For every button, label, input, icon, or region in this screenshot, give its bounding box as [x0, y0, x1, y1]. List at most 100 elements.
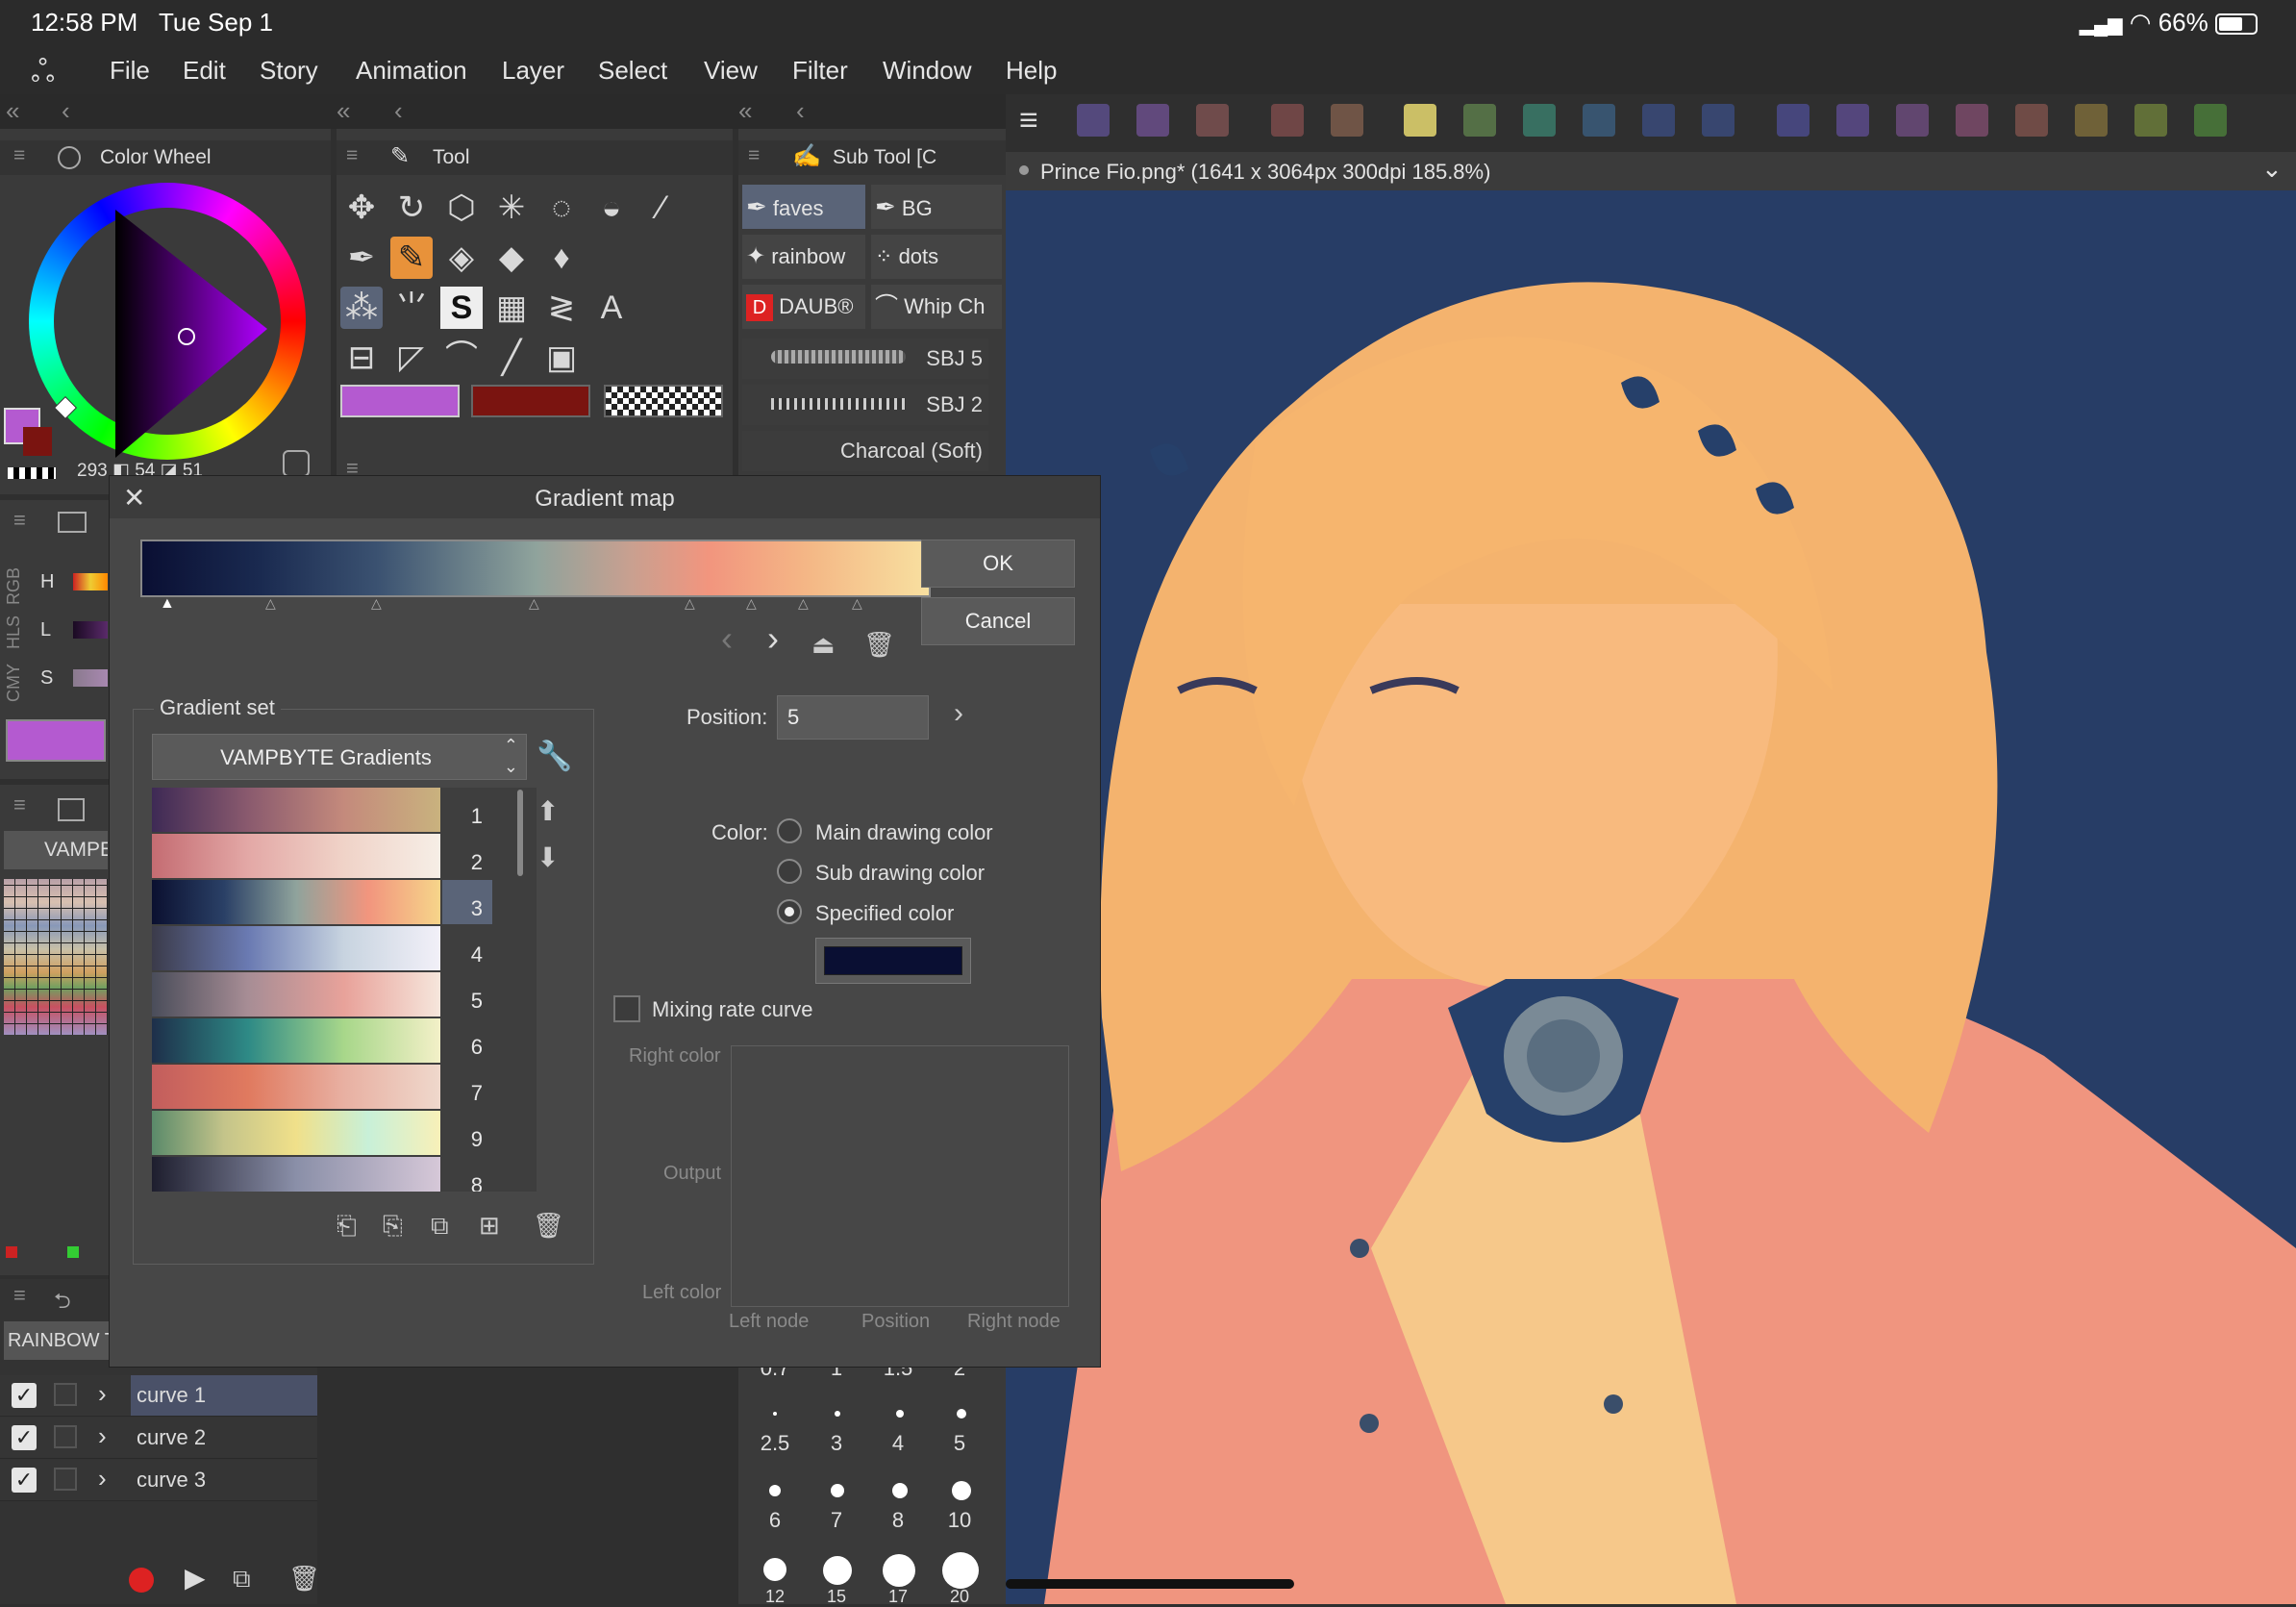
- gradient-swatch-2[interactable]: [152, 834, 440, 878]
- curve-3-dialog-toggle[interactable]: [54, 1468, 77, 1491]
- command-button[interactable]: [1777, 104, 1809, 137]
- command-button[interactable]: [1956, 104, 1988, 137]
- gradient-number-9[interactable]: 9: [442, 1111, 492, 1155]
- color-triangle[interactable]: [29, 183, 306, 460]
- command-button[interactable]: [2194, 104, 2227, 137]
- gradient-node[interactable]: △: [529, 595, 539, 612]
- flip-gradient-icon[interactable]: ⏏: [811, 630, 836, 660]
- command-button[interactable]: [1642, 104, 1675, 137]
- main-color-bar[interactable]: [340, 385, 460, 417]
- trash-icon[interactable]: 🗑: [533, 1211, 564, 1241]
- gradient-node[interactable]: △: [371, 595, 382, 612]
- collapse-all-icon[interactable]: «: [6, 96, 19, 126]
- ruler-icon[interactable]: ◸: [390, 337, 433, 379]
- line-icon[interactable]: ╱: [490, 337, 533, 379]
- slider-s[interactable]: [73, 669, 108, 687]
- gradient-number-2[interactable]: 2: [442, 834, 492, 878]
- color-set-swatch-green[interactable]: [67, 1246, 79, 1258]
- cancel-button[interactable]: Cancel: [921, 597, 1075, 645]
- gradient-swatch-4[interactable]: [152, 926, 440, 970]
- sub-tool-daub[interactable]: D DAUB®: [742, 285, 865, 329]
- specified-color-swatch[interactable]: [815, 938, 971, 984]
- curve-row-3[interactable]: ✓ › curve 3: [0, 1460, 317, 1501]
- gradient-number-6[interactable]: 6: [442, 1018, 492, 1063]
- panel-menu-icon[interactable]: ≡: [13, 508, 26, 533]
- collapse-icon-3[interactable]: ‹: [796, 96, 805, 126]
- record-icon[interactable]: [129, 1568, 154, 1593]
- ok-button[interactable]: OK: [921, 540, 1075, 588]
- command-button[interactable]: [1463, 104, 1496, 137]
- gradient-number-3[interactable]: 3: [442, 880, 492, 924]
- menu-view[interactable]: View: [704, 56, 758, 86]
- eraser-icon[interactable]: ◈: [440, 237, 483, 279]
- position-input[interactable]: [777, 695, 929, 740]
- tab-cmy[interactable]: CMY: [4, 664, 24, 702]
- gradient-set-select[interactable]: VAMPBYTE Gradients ⌃ ⌄: [152, 734, 527, 780]
- menu-file[interactable]: File: [110, 56, 150, 86]
- menu-select[interactable]: Select: [598, 56, 667, 86]
- next-node-icon[interactable]: ›: [767, 618, 779, 659]
- chevron-down-icon[interactable]: ⌄: [2261, 154, 2283, 184]
- gradient-swatch-6[interactable]: [152, 1018, 440, 1063]
- brush-size-8[interactable]: 8: [869, 1508, 927, 1533]
- brush-size-10[interactable]: 10: [931, 1508, 988, 1533]
- brush-size-5[interactable]: 5: [931, 1431, 988, 1456]
- drawing-canvas[interactable]: [1006, 190, 2296, 1604]
- curve-1-dialog-toggle[interactable]: [54, 1383, 77, 1406]
- collapse-all-icon-3[interactable]: «: [738, 96, 752, 126]
- curve-3-checkbox[interactable]: ✓: [12, 1468, 37, 1493]
- chevron-right-icon[interactable]: ›: [98, 1464, 107, 1494]
- text-icon[interactable]: A: [590, 287, 633, 329]
- gradient-node[interactable]: △: [852, 595, 862, 612]
- trash-icon[interactable]: 🗑: [288, 1564, 320, 1594]
- radio-specified-color[interactable]: [777, 899, 802, 924]
- speech-bubble-icon[interactable]: [1404, 104, 1436, 137]
- play-icon[interactable]: ▶: [185, 1562, 206, 1594]
- marker-icon[interactable]: ◆: [490, 237, 533, 279]
- fill-icon[interactable]: ◒: [590, 187, 633, 229]
- command-button[interactable]: [1702, 104, 1734, 137]
- menu-animation[interactable]: Animation: [356, 56, 467, 86]
- panel-menu-icon[interactable]: ≡: [748, 144, 760, 167]
- brush-size-2.5[interactable]: 2.5: [746, 1431, 804, 1456]
- blend-icon[interactable]: ♦: [540, 237, 583, 279]
- brush-size-3[interactable]: 3: [808, 1431, 865, 1456]
- gradient-number-1[interactable]: 1: [442, 788, 492, 832]
- command-button[interactable]: [1331, 104, 1363, 137]
- gradient-node[interactable]: △: [265, 595, 276, 612]
- panel-menu-icon[interactable]: ≡: [13, 144, 25, 167]
- gradient-swatch-8[interactable]: [152, 1157, 440, 1192]
- gradient-node[interactable]: △: [685, 595, 695, 612]
- style-icon[interactable]: S: [440, 287, 483, 329]
- current-color-bar[interactable]: [6, 719, 106, 762]
- collapse-icon[interactable]: ‹: [62, 96, 70, 126]
- correct-line-icon[interactable]: ≷: [540, 287, 583, 329]
- transparent-swatch[interactable]: [8, 467, 56, 479]
- curve-2-dialog-toggle[interactable]: [54, 1425, 77, 1448]
- transparent-color-bar[interactable]: [604, 385, 723, 417]
- curve-2-checkbox[interactable]: ✓: [12, 1425, 37, 1450]
- color-set-swatch-red[interactable]: [6, 1246, 17, 1258]
- gradient-node[interactable]: △: [746, 595, 757, 612]
- gradient-preview-bar[interactable]: [140, 540, 931, 597]
- gradient-swatch-5[interactable]: [152, 972, 440, 1017]
- menu-filter[interactable]: Filter: [792, 56, 848, 86]
- gradient-swatch-7[interactable]: [152, 1065, 440, 1109]
- command-button[interactable]: [2075, 104, 2108, 137]
- chevron-right-icon[interactable]: ›: [98, 1379, 107, 1409]
- gradient-swatch-3[interactable]: [152, 880, 440, 924]
- add-action-icon[interactable]: ⧉: [233, 1564, 251, 1594]
- sub-color-bar[interactable]: [471, 385, 590, 417]
- gradient-swatch-9[interactable]: [152, 1111, 440, 1155]
- gradient-list-scrollbar[interactable]: [517, 790, 523, 876]
- wrench-icon[interactable]: 🔧: [537, 740, 572, 773]
- slider-l[interactable]: [73, 621, 108, 639]
- collapse-icon-2[interactable]: ‹: [394, 96, 403, 126]
- import-icon[interactable]: ⎗: [337, 1211, 357, 1242]
- mixing-rate-curve-checkbox[interactable]: [613, 995, 640, 1022]
- brush-sbj5[interactable]: SBJ 5: [742, 339, 988, 379]
- command-button[interactable]: [1136, 104, 1169, 137]
- brush-sbj2[interactable]: SBJ 2: [742, 385, 988, 425]
- sub-tool-whip[interactable]: ⌒ Whip Ch: [871, 285, 1002, 329]
- command-button[interactable]: [1583, 104, 1615, 137]
